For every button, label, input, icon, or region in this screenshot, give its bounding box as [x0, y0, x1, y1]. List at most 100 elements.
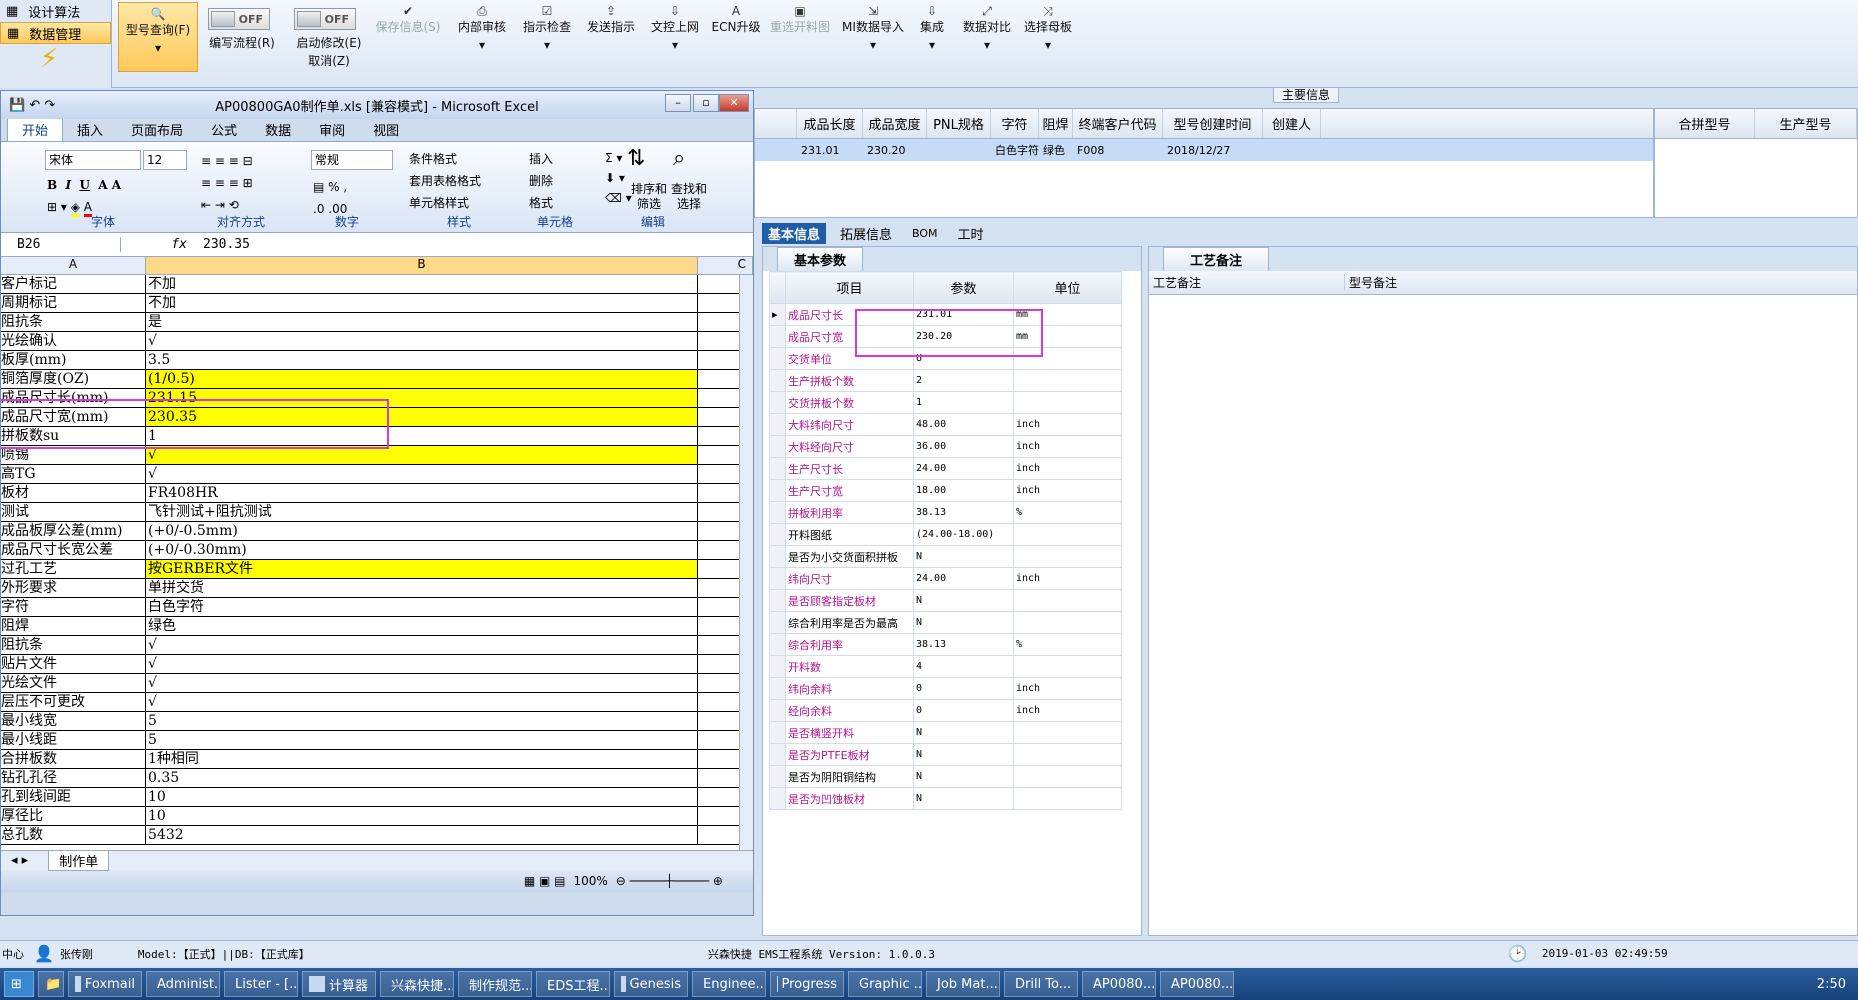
cell-a[interactable]: 钻孔孔径	[1, 769, 146, 787]
view-icons[interactable]: ▦ ▣ ▤	[524, 874, 566, 888]
cell-a[interactable]: 高TG	[1, 465, 146, 483]
tab-1[interactable]: 插入	[63, 118, 117, 141]
table-row[interactable]: 开料图纸 (24.00-18.00)	[769, 523, 1122, 546]
taskbar-item[interactable]: Progress	[770, 971, 844, 997]
col-header[interactable]: 项目	[785, 271, 914, 304]
cell-b[interactable]: 绿色	[146, 617, 698, 635]
mother-board-button[interactable]: ⤨ 选择母板 ▾	[1018, 2, 1078, 54]
resend-button[interactable]: ▣ 重选开料图	[764, 2, 836, 36]
number-format-select[interactable]: 常规	[311, 150, 393, 170]
sheet-row[interactable]: 光绘确认 √	[1, 332, 753, 351]
cell-b[interactable]: 1种相同	[146, 750, 698, 768]
cell-a[interactable]: 最小线距	[1, 731, 146, 749]
table-row[interactable]: 生产尺寸宽 18.00 inch	[769, 479, 1122, 502]
taskbar-item[interactable]: 兴森快捷...	[380, 971, 454, 997]
cell-b[interactable]: 0.35	[146, 769, 698, 787]
cell-b[interactable]: 飞针测试+阻抗测试	[146, 503, 698, 521]
upload-button[interactable]: ⇩ 文控上网 ▾	[644, 2, 706, 54]
ecn-button[interactable]: A ECN升级	[708, 2, 764, 36]
col-header[interactable]: 成品长度	[797, 109, 863, 138]
cell-b[interactable]: √	[146, 655, 698, 673]
sheet-row[interactable]: 成品尺寸长宽公差 (+0/-0.30mm)	[1, 541, 753, 560]
cell-a[interactable]: 层压不可更改	[1, 693, 146, 711]
cell-b[interactable]: 10	[146, 807, 698, 825]
cell-menu[interactable]: 插入 删除 格式	[529, 148, 553, 214]
sheet-row[interactable]: 外形要求 单拼交货	[1, 579, 753, 598]
table-row[interactable]: 是否顾客指定板材 N	[769, 589, 1122, 612]
table-row[interactable]: 综合利用率 38.13%	[769, 633, 1122, 656]
sheet-row[interactable]: 周期标记 不加	[1, 294, 753, 313]
send-guide-button[interactable]: ⇪ 发送指示	[580, 2, 642, 36]
table-row[interactable]: 生产拼板个数 2	[769, 369, 1122, 392]
font-size-select[interactable]: 12	[143, 150, 187, 170]
col-header[interactable]: 成品宽度	[863, 109, 927, 138]
sheet-row[interactable]: 最小线距 5	[1, 731, 753, 750]
sheet-row[interactable]: 板厚(mm) 3.5	[1, 351, 753, 370]
param-value[interactable]: 1	[913, 391, 1014, 414]
sheet-nav-icon[interactable]: ◂ ▸	[11, 853, 28, 868]
table-row[interactable]: 纬向余料 0 inch	[769, 677, 1122, 700]
cell-a[interactable]: 阻抗条	[1, 636, 146, 654]
cell-a[interactable]: 最小线宽	[1, 712, 146, 730]
table-row[interactable]: 综合利用率是否为最高 N	[769, 611, 1122, 634]
taskbar-item[interactable]: Foxmail	[68, 971, 142, 997]
table-row[interactable]: 是否横竖开料 N	[769, 721, 1122, 744]
col-header[interactable]: 创建人	[1263, 109, 1321, 138]
col-header[interactable]: PNL规格	[927, 109, 991, 138]
col-header[interactable]: 型号创建时间	[1163, 109, 1263, 138]
cell-a[interactable]: 板厚(mm)	[1, 351, 146, 369]
cell-a[interactable]: 测试	[1, 503, 146, 521]
cell-b[interactable]: 不加	[146, 275, 698, 293]
param-value[interactable]: 38.13	[913, 633, 1014, 656]
table-row[interactable]: 纬向尺寸 24.00 inch	[769, 567, 1122, 590]
tab-2[interactable]: 页面布局	[117, 118, 197, 141]
find-select-label[interactable]: 查找和选择	[669, 182, 709, 212]
cell-b[interactable]: (+0/-0.5mm)	[146, 522, 698, 540]
tab-4[interactable]: 数据	[251, 118, 305, 141]
sheet-row[interactable]: 过孔工艺 按GERBER文件	[1, 560, 753, 579]
sheet-row[interactable]: 高TG √	[1, 465, 753, 484]
taskbar-item[interactable]: Lister - [...	[224, 971, 298, 997]
param-value[interactable]: N	[913, 611, 1014, 634]
param-value[interactable]: 38.13	[913, 501, 1014, 524]
cell-b[interactable]: 5	[146, 712, 698, 730]
cell-b[interactable]: √	[146, 636, 698, 654]
cell-a[interactable]: 贴片文件	[1, 655, 146, 673]
name-box[interactable]: B26	[1, 237, 121, 252]
cell-b[interactable]: √	[146, 465, 698, 483]
sheet-row[interactable]: 阻抗条是	[1, 313, 753, 332]
table-row[interactable]: 是否为凹蚀板材 N	[769, 787, 1122, 810]
cell-b[interactable]: 3.5	[146, 351, 698, 369]
nav-item-data[interactable]: ▦ 数据管理	[0, 22, 111, 44]
sheet-row[interactable]: 厚径比 10	[1, 807, 753, 826]
start-button[interactable]: ⊞	[4, 971, 34, 997]
tab-extended[interactable]: 拓展信息	[834, 223, 898, 244]
cell-a[interactable]: 阻抗条	[1, 313, 146, 331]
table-row[interactable]: 是否为PTFE板材 N	[769, 743, 1122, 766]
cell-a[interactable]: 铜箔厚度(OZ)	[1, 370, 146, 388]
align-icons[interactable]: ≡ ≡ ≡ ⊟ ≡ ≡ ≡ ⊞ ⇤ ⇥ ⟲	[201, 150, 253, 216]
cell-b[interactable]: 单拼交货	[146, 579, 698, 597]
sheet-row[interactable]: 贴片文件 √	[1, 655, 753, 674]
explorer-icon[interactable]: 📁	[38, 971, 64, 997]
cell-a[interactable]: 厚径比	[1, 807, 146, 825]
vertical-scrollbar[interactable]	[739, 275, 753, 850]
col-header[interactable]: 单位	[1013, 271, 1122, 304]
start-modify-toggle[interactable]: OFF	[294, 8, 356, 30]
sheet-row[interactable]: 阻焊 绿色	[1, 617, 753, 636]
tab-3[interactable]: 公式	[197, 118, 251, 141]
cell-b[interactable]: √	[146, 332, 698, 350]
taskbar-item[interactable]: AP0080...	[1160, 971, 1234, 997]
taskbar-item[interactable]: Graphic ...	[848, 971, 922, 997]
param-value[interactable]: 0	[913, 677, 1014, 700]
cell-a[interactable]: 成品尺寸长宽公差	[1, 541, 146, 559]
font-style-buttons[interactable]: B I U A A	[47, 178, 121, 192]
cell-a[interactable]: 字符	[1, 598, 146, 616]
cell-b[interactable]: 10	[146, 788, 698, 806]
cell-b[interactable]: FR408HR	[146, 484, 698, 502]
cell-a[interactable]: 外形要求	[1, 579, 146, 597]
cell-b[interactable]: √	[146, 674, 698, 692]
sort-filter-label[interactable]: 排序和筛选	[629, 182, 669, 212]
table-row[interactable]: 是否为小交货面积拼板 N	[769, 545, 1122, 568]
minimize-button[interactable]: –	[665, 94, 691, 112]
